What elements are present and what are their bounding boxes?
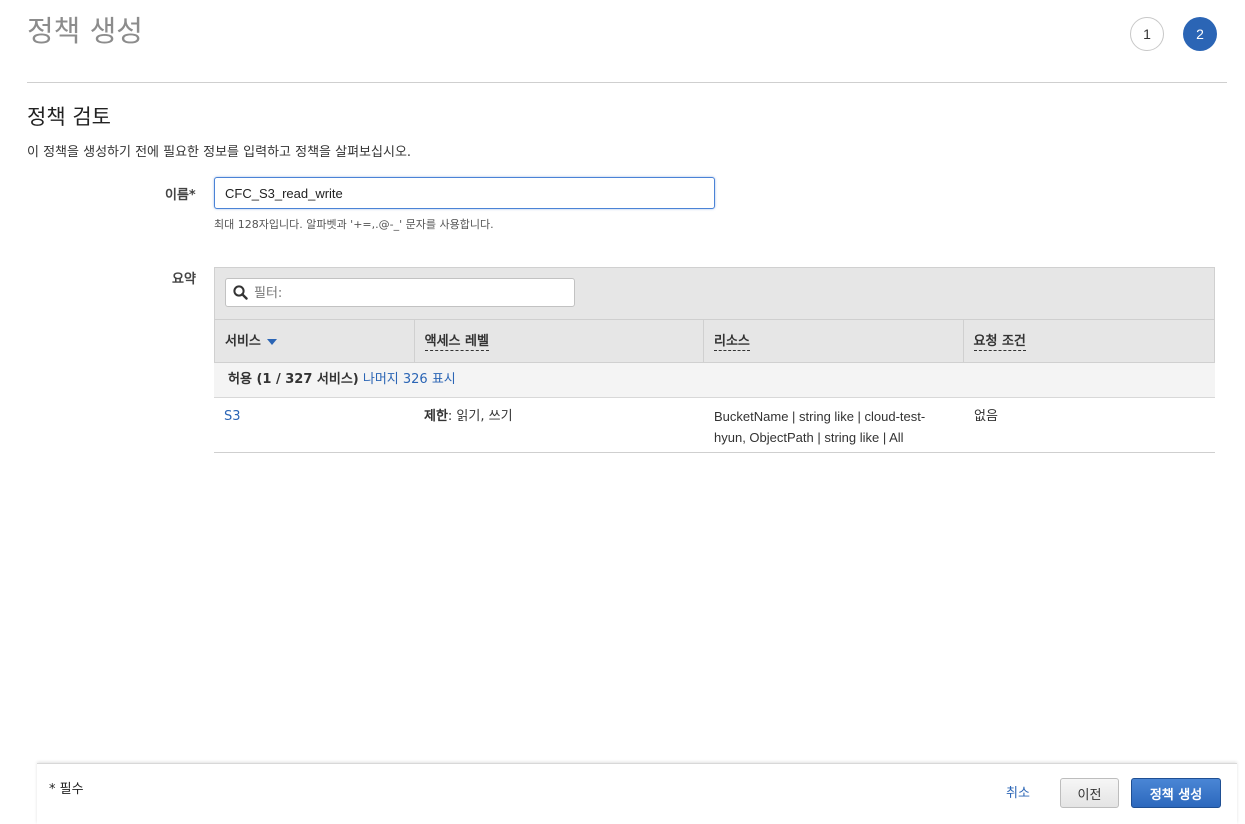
- filter-input[interactable]: [252, 279, 571, 308]
- name-hint: 최대 128자입니다. 알파벳과 '+=,.@-_' 문자를 사용합니다.: [214, 218, 494, 231]
- allow-group-row: 허용 (1 / 327 서비스) 나머지 326 표시: [214, 363, 1215, 398]
- condition-cell: 없음: [974, 409, 998, 424]
- column-header-request-condition[interactable]: 요청 조건: [964, 320, 1215, 362]
- section-description: 이 정책을 생성하기 전에 필요한 정보를 입력하고 정책을 살펴보십시오.: [27, 145, 412, 160]
- column-header-access-level[interactable]: 액세스 레벨: [415, 320, 705, 362]
- filter-field[interactable]: [225, 278, 575, 308]
- service-link-s3[interactable]: S3: [224, 409, 241, 424]
- access-level-bold: 제한: [424, 409, 448, 424]
- summary-label: 요약: [172, 272, 196, 287]
- service-cell: S3: [214, 398, 414, 452]
- show-remaining-link[interactable]: 나머지 326 표시: [363, 372, 456, 387]
- step-indicator-1: 1: [1130, 17, 1164, 51]
- section-title: 정책 검토: [27, 105, 111, 129]
- sort-descending-icon[interactable]: [266, 338, 277, 345]
- summary-table: 서비스 액세스 레벨 리소스 요청 조건 허용 (1 / 327 서비스) 나머…: [214, 267, 1215, 453]
- access-level-cell: 제한: 읽기, 쓰기: [414, 398, 704, 452]
- column-label-request-condition: 요청 조건: [973, 334, 1026, 351]
- policy-name-input[interactable]: [214, 177, 715, 209]
- search-icon: [233, 285, 248, 300]
- column-label-service: 서비스: [225, 334, 261, 349]
- header-divider: [27, 82, 1227, 83]
- column-label-access-level: 액세스 레벨: [424, 334, 489, 351]
- column-header-service[interactable]: 서비스: [215, 320, 415, 362]
- create-policy-button[interactable]: 정책 생성: [1131, 778, 1221, 808]
- required-note: * 필수: [49, 782, 84, 797]
- name-label: 이름*: [165, 188, 196, 203]
- page-title: 정책 생성: [27, 14, 143, 48]
- cancel-button[interactable]: 취소: [1006, 782, 1030, 801]
- step-indicator-2-active: 2: [1183, 17, 1217, 51]
- footer-bar: * 필수 취소 이전 정책 생성: [37, 763, 1237, 824]
- filter-bar: [214, 267, 1215, 319]
- previous-button[interactable]: 이전: [1060, 778, 1119, 808]
- access-level-detail: : 읽기, 쓰기: [447, 409, 513, 424]
- resource-cell: BucketName | string like | cloud-test-hy…: [714, 409, 926, 445]
- column-label-resource: 리소스: [714, 334, 750, 351]
- allow-group-label: 허용 (1 / 327 서비스): [228, 372, 359, 387]
- table-header: 서비스 액세스 레벨 리소스 요청 조건: [214, 319, 1215, 363]
- table-row: S3 제한: 읽기, 쓰기 BucketName | string like |…: [214, 398, 1215, 453]
- column-header-resource[interactable]: 리소스: [704, 320, 964, 362]
